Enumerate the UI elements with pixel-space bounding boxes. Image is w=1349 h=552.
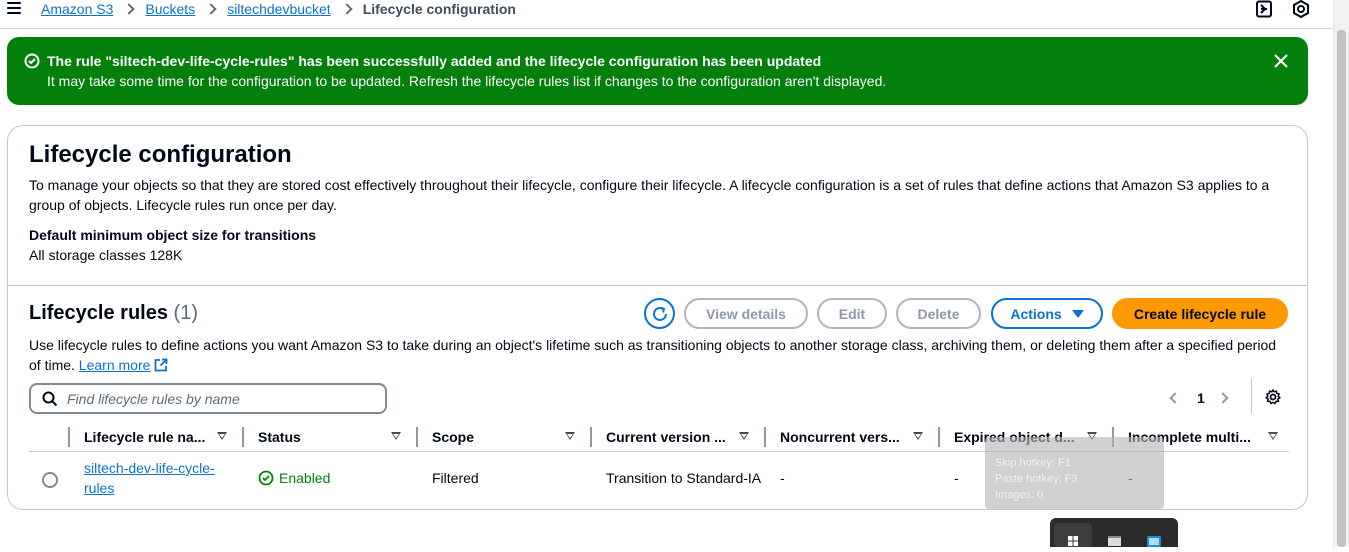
flash-message: It may take some time for the configurat…: [47, 73, 887, 89]
chevron-right-icon: [123, 3, 136, 15]
column-header-noncurrent-versions[interactable]: Noncurrent vers...: [764, 424, 939, 450]
page-scrollbar[interactable]: [1333, 0, 1349, 547]
search-icon: [42, 391, 58, 407]
column-header-current-version[interactable]: Current version ...: [590, 424, 765, 450]
view-details-button[interactable]: View details: [684, 298, 808, 329]
security-settings-icon[interactable]: [1292, 0, 1310, 18]
sort-icon[interactable]: [913, 432, 923, 440]
column-header-status[interactable]: Status: [242, 424, 417, 450]
rules-title: Lifecycle rules: [29, 302, 168, 324]
chevron-right-icon: [205, 3, 217, 15]
overlay-line: Paste hotkey: F3: [995, 473, 1078, 485]
column-label: Noncurrent vers...: [780, 429, 900, 445]
actions-label: Actions: [1010, 305, 1062, 322]
sort-icon[interactable]: [565, 432, 575, 440]
column-label: Lifecycle rule na...: [84, 429, 206, 445]
breadcrumb-amazon-s3[interactable]: Amazon S3: [41, 1, 113, 17]
rules-description-text: Use lifecycle rules to define actions yo…: [29, 337, 1277, 373]
row-select-radio[interactable]: [42, 472, 58, 488]
sort-icon[interactable]: [1268, 432, 1278, 440]
app-icon: [1147, 536, 1161, 547]
rules-count: (1): [173, 302, 198, 324]
rules-heading: Lifecycle rules (1): [29, 302, 198, 325]
search-input[interactable]: [67, 390, 367, 407]
overlay-line: Images: 0: [995, 489, 1044, 501]
column-header-rule-name[interactable]: Lifecycle rule na...: [68, 424, 243, 450]
delete-button[interactable]: Delete: [896, 298, 981, 329]
success-check-icon: [24, 53, 40, 69]
refresh-button[interactable]: [644, 298, 675, 329]
min-size-value: All storage classes 128K: [29, 247, 183, 263]
column-label: Current version ...: [606, 429, 726, 445]
taskbar-task-view-button[interactable]: [1095, 523, 1133, 547]
taskbar: [1050, 518, 1178, 547]
actions-dropdown-button[interactable]: Actions: [991, 298, 1103, 329]
rules-description: Use lifecycle rules to define actions yo…: [29, 335, 1289, 375]
taskbar-app-button[interactable]: [1135, 523, 1173, 547]
section-divider: [8, 285, 1307, 286]
search-field[interactable]: [29, 383, 387, 414]
hamburger-menu-icon[interactable]: [7, 2, 21, 14]
learn-more-link[interactable]: Learn more: [79, 357, 151, 373]
cell-scope: Filtered: [432, 470, 479, 486]
pager-divider: [1251, 379, 1252, 413]
top-navigation-bar: Amazon S3 Buckets siltechdevbucket Lifec…: [0, 0, 1333, 29]
min-size-label: Default minimum object size for transiti…: [29, 227, 317, 243]
external-link-icon[interactable]: [154, 358, 168, 372]
sort-icon[interactable]: [217, 432, 227, 440]
cell-noncurrent-versions: -: [780, 470, 785, 486]
column-label: Status: [258, 429, 301, 445]
next-page-icon[interactable]: [1217, 392, 1229, 404]
pagination: 1: [1169, 388, 1229, 408]
hotkey-overlay: Skip hotkey: F1 Paste hotkey: F3 Images:…: [985, 437, 1164, 509]
gear-icon[interactable]: [1265, 389, 1281, 405]
success-check-icon: [258, 470, 274, 486]
success-flash-banner: The rule "siltech-dev-life-cycle-rules" …: [7, 37, 1308, 105]
column-header-scope[interactable]: Scope: [416, 424, 591, 450]
previous-page-icon[interactable]: [1169, 392, 1181, 404]
breadcrumb-buckets[interactable]: Buckets: [145, 1, 195, 17]
cell-status: Enabled: [258, 468, 330, 488]
cell-current-version: Transition to Standard-IA: [606, 470, 762, 486]
status-label: Enabled: [279, 470, 331, 486]
breadcrumb-current: Lifecycle configuration: [362, 1, 516, 17]
sort-icon[interactable]: [739, 432, 749, 440]
sort-icon[interactable]: [391, 432, 401, 440]
rule-name-link[interactable]: siltech-dev-life-cycle-rules: [84, 460, 215, 496]
chevron-right-icon: [341, 3, 353, 15]
taskbar-start-button[interactable]: [1054, 523, 1092, 547]
page-title: Lifecycle configuration: [29, 141, 292, 168]
overlay-line: Skip hotkey: F1: [995, 457, 1071, 469]
edit-button[interactable]: Edit: [817, 298, 887, 329]
close-icon[interactable]: [1274, 54, 1288, 68]
task-view-icon: [1108, 536, 1121, 546]
breadcrumb-bucket[interactable]: siltechdevbucket: [227, 1, 331, 17]
notifications-panel-icon[interactable]: [1255, 0, 1273, 18]
caret-down-icon: [1071, 309, 1084, 318]
cell-rule-name: siltech-dev-life-cycle-rules: [84, 458, 229, 498]
cell-expired-object: -: [954, 470, 959, 486]
breadcrumb: Amazon S3 Buckets siltechdevbucket Lifec…: [41, 0, 516, 18]
windows-icon: [1068, 536, 1078, 546]
create-lifecycle-rule-button[interactable]: Create lifecycle rule: [1112, 298, 1288, 329]
column-label: Scope: [432, 429, 475, 445]
current-page-number[interactable]: 1: [1197, 390, 1205, 406]
flash-title: The rule "siltech-dev-life-cycle-rules" …: [47, 53, 822, 69]
config-description: To manage your objects so that they are …: [29, 177, 1270, 213]
refresh-icon: [652, 306, 667, 321]
